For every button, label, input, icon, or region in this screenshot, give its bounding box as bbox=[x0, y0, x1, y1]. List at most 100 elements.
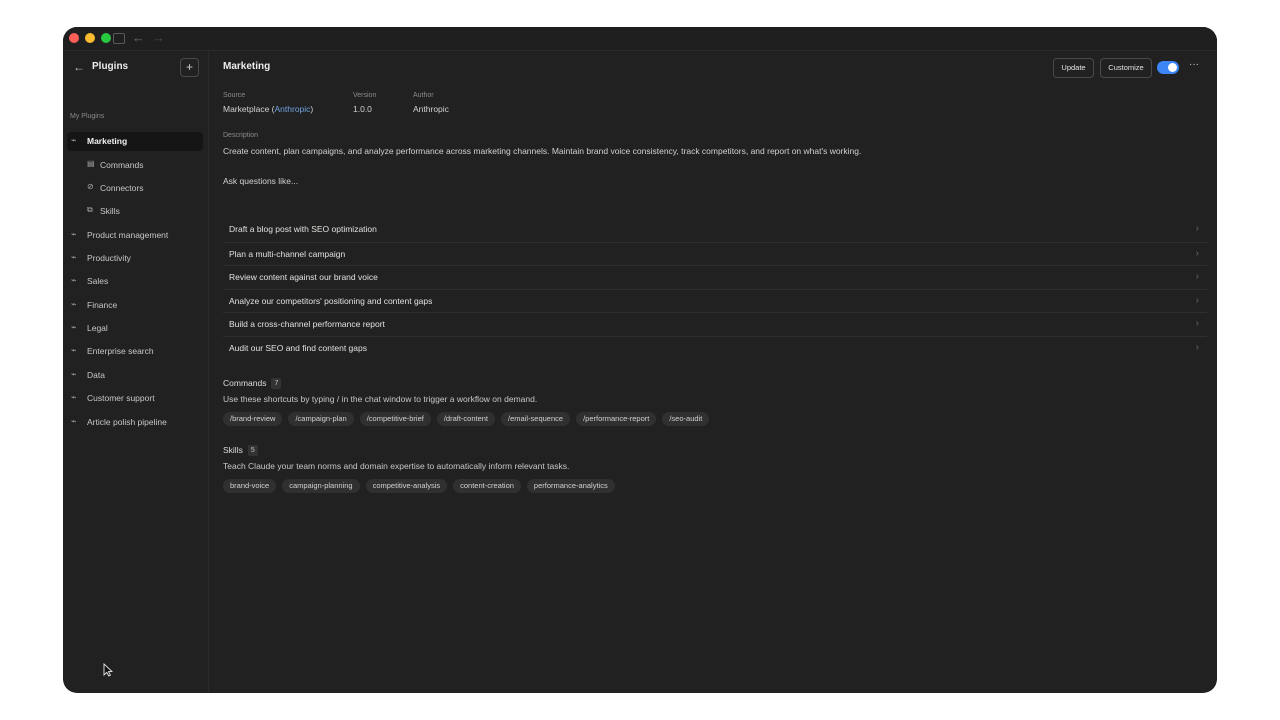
title-bar: ← → bbox=[63, 27, 1217, 51]
description-text: Create content, plan campaigns, and anal… bbox=[223, 146, 862, 156]
command-chip[interactable]: /performance-report bbox=[576, 412, 657, 426]
sidebar-item-label: Finance bbox=[87, 300, 118, 310]
sidebar-item-label: Connectors bbox=[100, 183, 144, 193]
zoom-window-button[interactable] bbox=[101, 33, 111, 43]
sidebar-item-label: Marketing bbox=[87, 136, 128, 146]
plug-icon: ⌁ bbox=[71, 416, 77, 426]
update-button[interactable]: Update bbox=[1053, 58, 1094, 78]
sidebar-item-finance[interactable]: ⌁ Finance bbox=[67, 296, 203, 315]
plug-icon: ⌁ bbox=[71, 322, 77, 332]
skill-chip[interactable]: content-creation bbox=[453, 479, 521, 493]
plug-icon: ⌁ bbox=[71, 299, 77, 309]
example-prompt-row[interactable]: Analyze our competitors' positioning and… bbox=[223, 288, 1207, 313]
example-prompt-text: Build a cross-channel performance report bbox=[229, 319, 385, 330]
commands-title: Commands bbox=[223, 378, 267, 388]
source-link[interactable]: Anthropic bbox=[275, 104, 311, 114]
back-arrow-icon[interactable]: ← bbox=[73, 60, 85, 74]
plugin-enabled-toggle[interactable] bbox=[1157, 61, 1179, 74]
plug-icon: ⌁ bbox=[71, 345, 77, 355]
example-prompt-text: Audit our SEO and find content gaps bbox=[229, 343, 367, 353]
description-label: Description bbox=[223, 132, 259, 139]
nav-forward-icon[interactable]: → bbox=[152, 30, 165, 46]
command-chip[interactable]: /brand-review bbox=[223, 412, 283, 426]
example-prompt-text: Analyze our competitors' positioning and… bbox=[229, 295, 433, 306]
chevron-right-icon: › bbox=[1195, 223, 1199, 234]
sidebar: ← Plugins + My Plugins ⌁ Marketing ▤ Com… bbox=[63, 51, 209, 693]
app-window: ← → ← Plugins + My Plugins ⌁ Marketing ▤… bbox=[63, 27, 1217, 693]
page-title: Marketing bbox=[223, 61, 271, 72]
commands-count-badge: 7 bbox=[271, 378, 282, 390]
sidebar-item-label: Enterprise search bbox=[87, 346, 154, 356]
toggle-knob bbox=[1168, 63, 1177, 72]
sidebar-item-connectors[interactable]: ⊘ Connectors bbox=[67, 179, 203, 198]
customize-button[interactable]: Customize bbox=[1100, 58, 1152, 78]
sidebar-item-enterprise-search[interactable]: ⌁ Enterprise search bbox=[67, 342, 203, 361]
skill-chip[interactable]: brand-voice bbox=[223, 479, 277, 493]
command-chip[interactable]: /competitive-brief bbox=[359, 412, 431, 426]
close-window-button[interactable] bbox=[69, 33, 79, 43]
sidebar-item-label: Sales bbox=[87, 276, 109, 286]
sidebar-item-customer-support[interactable]: ⌁ Customer support bbox=[67, 389, 203, 408]
version-value: 1.0.0 bbox=[353, 104, 372, 114]
sidebar-item-data[interactable]: ⌁ Data bbox=[67, 366, 203, 385]
chevron-right-icon: › bbox=[1195, 294, 1199, 306]
ask-questions-label: Ask questions like... bbox=[223, 176, 299, 186]
plug-icon: ⌁ bbox=[71, 252, 77, 262]
command-chip[interactable]: /campaign-plan bbox=[288, 412, 354, 426]
chevron-right-icon: › bbox=[1195, 247, 1199, 259]
commands-description: Use these shortcuts by typing / in the c… bbox=[223, 394, 538, 404]
sidebar-toggle-icon[interactable] bbox=[113, 33, 125, 44]
add-plugin-button[interactable]: + bbox=[180, 58, 199, 77]
sidebar-item-label: Article polish pipeline bbox=[87, 417, 167, 427]
command-chip[interactable]: /draft-content bbox=[436, 412, 496, 426]
skill-chip[interactable]: performance-analytics bbox=[526, 479, 615, 493]
sidebar-item-article-polish-pipeline[interactable]: ⌁ Article polish pipeline bbox=[67, 413, 203, 432]
sidebar-item-marketing[interactable]: ⌁ Marketing bbox=[67, 132, 203, 151]
skills-section-title: Skills 5 bbox=[223, 445, 258, 457]
plug-icon: ⌁ bbox=[71, 392, 77, 402]
sidebar-item-product-management[interactable]: ⌁ Product management bbox=[67, 226, 203, 245]
sidebar-item-label: Productivity bbox=[87, 253, 131, 263]
skill-chip[interactable]: competitive-analysis bbox=[365, 479, 448, 493]
command-chip[interactable]: /email-sequence bbox=[501, 412, 571, 426]
example-prompt-text: Review content against our brand voice bbox=[229, 272, 378, 283]
nav-back-icon[interactable]: ← bbox=[132, 30, 145, 46]
more-options-icon[interactable]: ··· bbox=[1189, 59, 1199, 70]
sidebar-item-legal[interactable]: ⌁ Legal bbox=[67, 319, 203, 338]
skill-chip[interactable]: campaign-planning bbox=[282, 479, 360, 493]
sidebar-header: ← Plugins + bbox=[63, 51, 208, 85]
author-label: Author bbox=[413, 92, 434, 99]
sidebar-group-label: My Plugins bbox=[70, 113, 105, 120]
command-chip[interactable]: /seo-audit bbox=[662, 412, 710, 426]
chevron-right-icon: › bbox=[1195, 318, 1199, 330]
sidebar-item-label: Commands bbox=[100, 160, 144, 170]
source-value: Marketplace (Anthropic) bbox=[223, 104, 313, 114]
skills-icon: ⧉ bbox=[87, 205, 93, 214]
example-prompt-row[interactable]: Plan a multi-channel campaign › bbox=[223, 241, 1207, 266]
plug-icon: ⌁ bbox=[71, 275, 77, 285]
plug-icon: ⌁ bbox=[71, 135, 77, 145]
sidebar-item-productivity[interactable]: ⌁ Productivity bbox=[67, 249, 203, 268]
source-suffix: ) bbox=[310, 104, 314, 114]
example-prompt-row[interactable]: Build a cross-channel performance report… bbox=[223, 312, 1207, 336]
sidebar-item-commands[interactable]: ▤ Commands bbox=[67, 156, 203, 175]
example-prompt-row[interactable]: Draft a blog post with SEO optimization … bbox=[223, 218, 1207, 241]
sidebar-item-skills[interactable]: ⧉ Skills bbox=[67, 202, 203, 221]
mouse-cursor-icon bbox=[103, 663, 113, 677]
sidebar-item-label: Legal bbox=[87, 323, 108, 333]
chevron-right-icon: › bbox=[1195, 271, 1199, 283]
commands-icon: ▤ bbox=[87, 159, 95, 168]
sidebar-item-sales[interactable]: ⌁ Sales bbox=[67, 272, 203, 291]
sidebar-item-label: Data bbox=[87, 370, 105, 380]
example-prompt-row[interactable]: Review content against our brand voice › bbox=[223, 265, 1207, 289]
plugin-detail: Marketing Update Customize ··· Source Ma… bbox=[209, 51, 1217, 693]
skills-count-badge: 5 bbox=[247, 445, 258, 457]
source-label: Source bbox=[223, 92, 246, 99]
sidebar-item-label: Customer support bbox=[87, 393, 155, 403]
commands-section-title: Commands 7 bbox=[223, 378, 282, 390]
author-value: Anthropic bbox=[413, 104, 449, 114]
connector-icon: ⊘ bbox=[87, 182, 94, 191]
example-prompt-row[interactable]: Audit our SEO and find content gaps › bbox=[223, 336, 1207, 360]
minimize-window-button[interactable] bbox=[85, 33, 95, 43]
skills-description: Teach Claude your team norms and domain … bbox=[223, 461, 570, 471]
